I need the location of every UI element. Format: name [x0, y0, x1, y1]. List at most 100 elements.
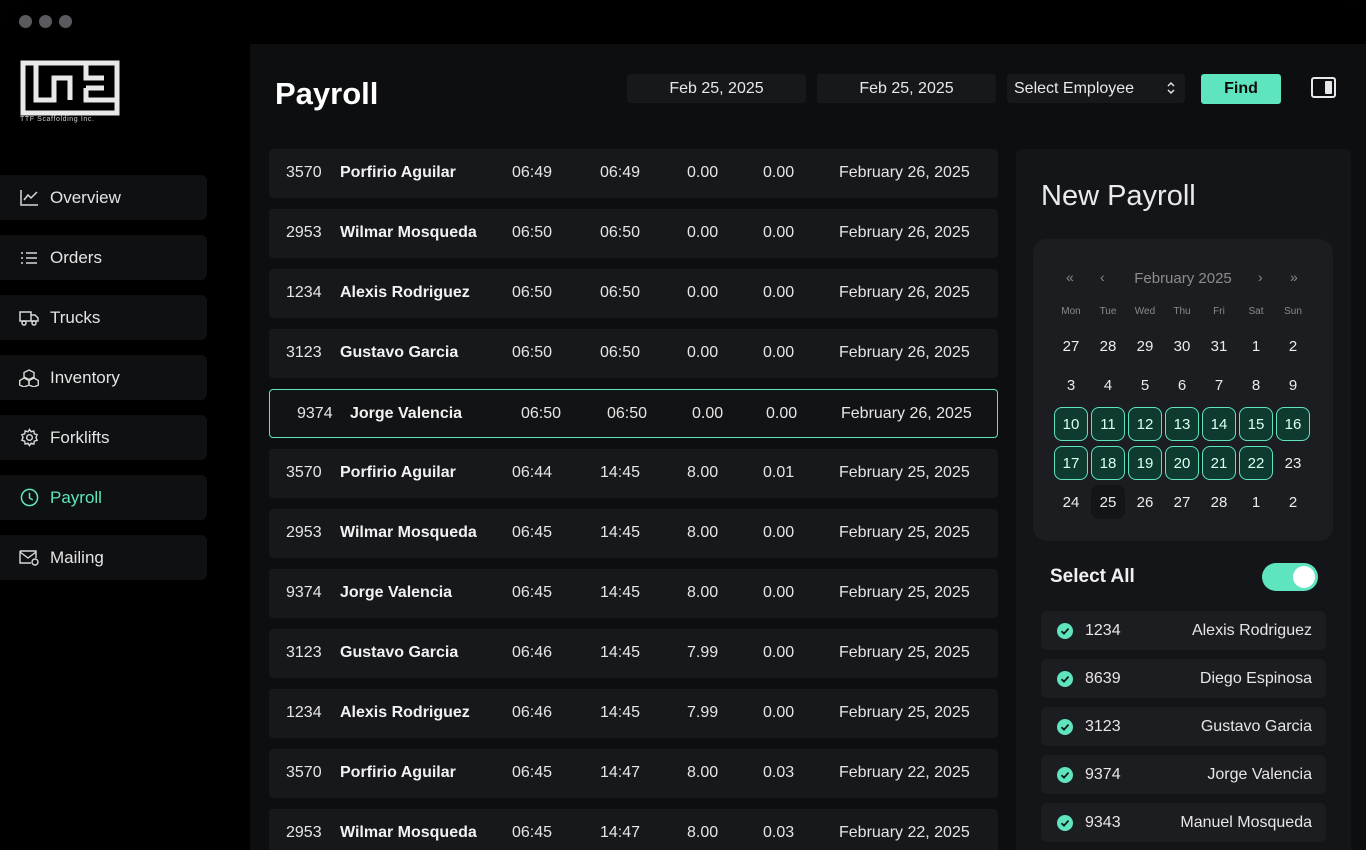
table-row[interactable]: 3570 Porfirio Aguilar 06:49 06:49 0.00 0… [269, 149, 998, 198]
clock-in: 06:50 [512, 344, 553, 361]
table-row[interactable]: 2953 Wilmar Mosqueda 06:50 06:50 0.00 0.… [269, 209, 998, 258]
calendar-day[interactable]: 26 [1128, 485, 1162, 519]
calendar-day[interactable]: 2 [1276, 329, 1310, 363]
employee-name: Wilmar Mosqueda [340, 824, 477, 841]
table-row[interactable]: 2953 Wilmar Mosqueda 06:45 14:47 8.00 0.… [269, 809, 998, 850]
employee-list-item[interactable]: 9343 Manuel Mosqueda [1041, 803, 1326, 842]
calendar-day[interactable]: 20 [1165, 446, 1199, 480]
check-circle-icon [1057, 815, 1073, 831]
calendar-day[interactable]: 10 [1054, 407, 1088, 441]
calendar-day[interactable]: 24 [1054, 485, 1088, 519]
calendar-day[interactable]: 22 [1239, 446, 1273, 480]
calendar-day[interactable]: 5 [1128, 368, 1162, 402]
calendar-day[interactable]: 29 [1128, 329, 1162, 363]
clock-out: 14:45 [600, 464, 641, 481]
sidebar-item-payroll[interactable]: Payroll [0, 475, 207, 520]
sidebar-item-mailing[interactable]: Mailing [0, 535, 207, 580]
calendar-day[interactable]: 6 [1165, 368, 1199, 402]
sidebar-item-trucks[interactable]: Trucks [0, 295, 207, 340]
calendar-day[interactable]: 14 [1202, 407, 1236, 441]
window-maximize-dot[interactable] [59, 15, 72, 28]
table-row[interactable]: 3123 Gustavo Garcia 06:50 06:50 0.00 0.0… [269, 329, 998, 378]
calendar-day[interactable]: 30 [1165, 329, 1199, 363]
employee-id: 3123 [1085, 718, 1121, 735]
work-date: February 26, 2025 [839, 344, 970, 361]
sidebar-item-forklifts[interactable]: Forklifts [0, 415, 207, 460]
sidebar-item-overview[interactable]: Overview [0, 175, 207, 220]
employee-name: Jorge Valencia [340, 584, 453, 601]
calendar-day[interactable]: 4 [1091, 368, 1125, 402]
calendar-day[interactable]: 3 [1054, 368, 1088, 402]
toggle-knob [1293, 566, 1315, 588]
calendar-day[interactable]: 31 [1202, 329, 1236, 363]
calendar-day[interactable]: 27 [1054, 329, 1088, 363]
select-all-toggle[interactable] [1262, 563, 1318, 591]
employee-name: Jorge Valencia [350, 405, 463, 422]
hours-regular: 8.00 [687, 524, 719, 541]
sidebar-item-orders[interactable]: Orders [0, 235, 207, 280]
clock-out: 14:45 [600, 704, 641, 721]
table-row[interactable]: 2953 Wilmar Mosqueda 06:45 14:45 8.00 0.… [269, 509, 998, 558]
hours-extra: 0.00 [763, 644, 795, 661]
calendar-day[interactable]: 18 [1091, 446, 1125, 480]
calendar-day[interactable]: 25 [1091, 485, 1125, 519]
employee-name: Alexis Rodriguez [1191, 622, 1312, 639]
calendar-day[interactable]: 28 [1202, 485, 1236, 519]
employee-name: Wilmar Mosqueda [340, 524, 477, 541]
employee-list-item[interactable]: 8639 Diego Espinosa [1041, 659, 1326, 698]
table-row[interactable]: 1234 Alexis Rodriguez 06:46 14:45 7.99 0… [269, 689, 998, 738]
employee-id: 2953 [286, 524, 322, 541]
window-close-dot[interactable] [19, 15, 32, 28]
payroll-table: 3570 Porfirio Aguilar 06:49 06:49 0.00 0… [269, 149, 998, 850]
calendar-day[interactable]: 15 [1239, 407, 1273, 441]
clock-in: 06:50 [521, 405, 562, 422]
calendar-day[interactable]: 27 [1165, 485, 1199, 519]
work-date: February 22, 2025 [839, 824, 970, 841]
calendar-day[interactable]: 17 [1054, 446, 1088, 480]
calendar-day[interactable]: 13 [1165, 407, 1199, 441]
calendar-day[interactable]: 9 [1276, 368, 1310, 402]
employee-id: 3570 [286, 764, 322, 781]
calendar-day[interactable]: 12 [1128, 407, 1162, 441]
clock-in: 06:50 [512, 224, 553, 241]
calendar-day[interactable]: 23 [1276, 446, 1310, 480]
table-row[interactable]: 3123 Gustavo Garcia 06:46 14:45 7.99 0.0… [269, 629, 998, 678]
panel-toggle-icon[interactable] [1311, 77, 1336, 98]
calendar-day[interactable]: 1 [1239, 485, 1273, 519]
table-row-selected[interactable]: 9374 Jorge Valencia 06:50 06:50 0.00 0.0… [269, 389, 998, 438]
table-row[interactable]: 9374 Jorge Valencia 06:45 14:45 8.00 0.0… [269, 569, 998, 618]
employee-id: 9343 [1085, 814, 1121, 831]
truck-icon [19, 308, 39, 328]
employee-name: Alexis Rodriguez [340, 284, 470, 301]
calendar-day[interactable]: 16 [1276, 407, 1310, 441]
calendar-day[interactable]: 2 [1276, 485, 1310, 519]
next-year-button[interactable]: » [1290, 269, 1298, 285]
calendar-day[interactable]: 8 [1239, 368, 1273, 402]
next-month-button[interactable]: › [1258, 269, 1263, 285]
employee-list-item[interactable]: 1234 Alexis Rodriguez [1041, 611, 1326, 650]
clock-out: 06:50 [607, 405, 648, 422]
calendar-day[interactable]: 1 [1239, 329, 1273, 363]
hours-extra: 0.00 [763, 524, 795, 541]
calendar-day[interactable]: 7 [1202, 368, 1236, 402]
table-row[interactable]: 3570 Porfirio Aguilar 06:44 14:45 8.00 0… [269, 449, 998, 498]
calendar-day[interactable]: 21 [1202, 446, 1236, 480]
clock-in: 06:45 [512, 584, 553, 601]
employee-list-item[interactable]: 9374 Jorge Valencia [1041, 755, 1326, 794]
table-row[interactable]: 1234 Alexis Rodriguez 06:50 06:50 0.00 0… [269, 269, 998, 318]
window-minimize-dot[interactable] [39, 15, 52, 28]
end-date-picker[interactable]: Feb 25, 2025 [817, 74, 996, 103]
clock-in: 06:46 [512, 704, 553, 721]
check-circle-icon [1057, 671, 1073, 687]
start-date-picker[interactable]: Feb 25, 2025 [627, 74, 806, 103]
table-row[interactable]: 3570 Porfirio Aguilar 06:45 14:47 8.00 0… [269, 749, 998, 798]
find-button[interactable]: Find [1201, 74, 1281, 104]
employee-list-item[interactable]: 3123 Gustavo Garcia [1041, 707, 1326, 746]
employee-select[interactable]: Select Employee [1007, 74, 1185, 103]
calendar-day[interactable]: 19 [1128, 446, 1162, 480]
calendar-day[interactable]: 11 [1091, 407, 1125, 441]
sidebar-item-inventory[interactable]: Inventory [0, 355, 207, 400]
weekday-label: Thu [1173, 306, 1191, 317]
app-window: TTF Scaffolding Inc. Overview Orders Tru… [0, 0, 1366, 850]
calendar-day[interactable]: 28 [1091, 329, 1125, 363]
